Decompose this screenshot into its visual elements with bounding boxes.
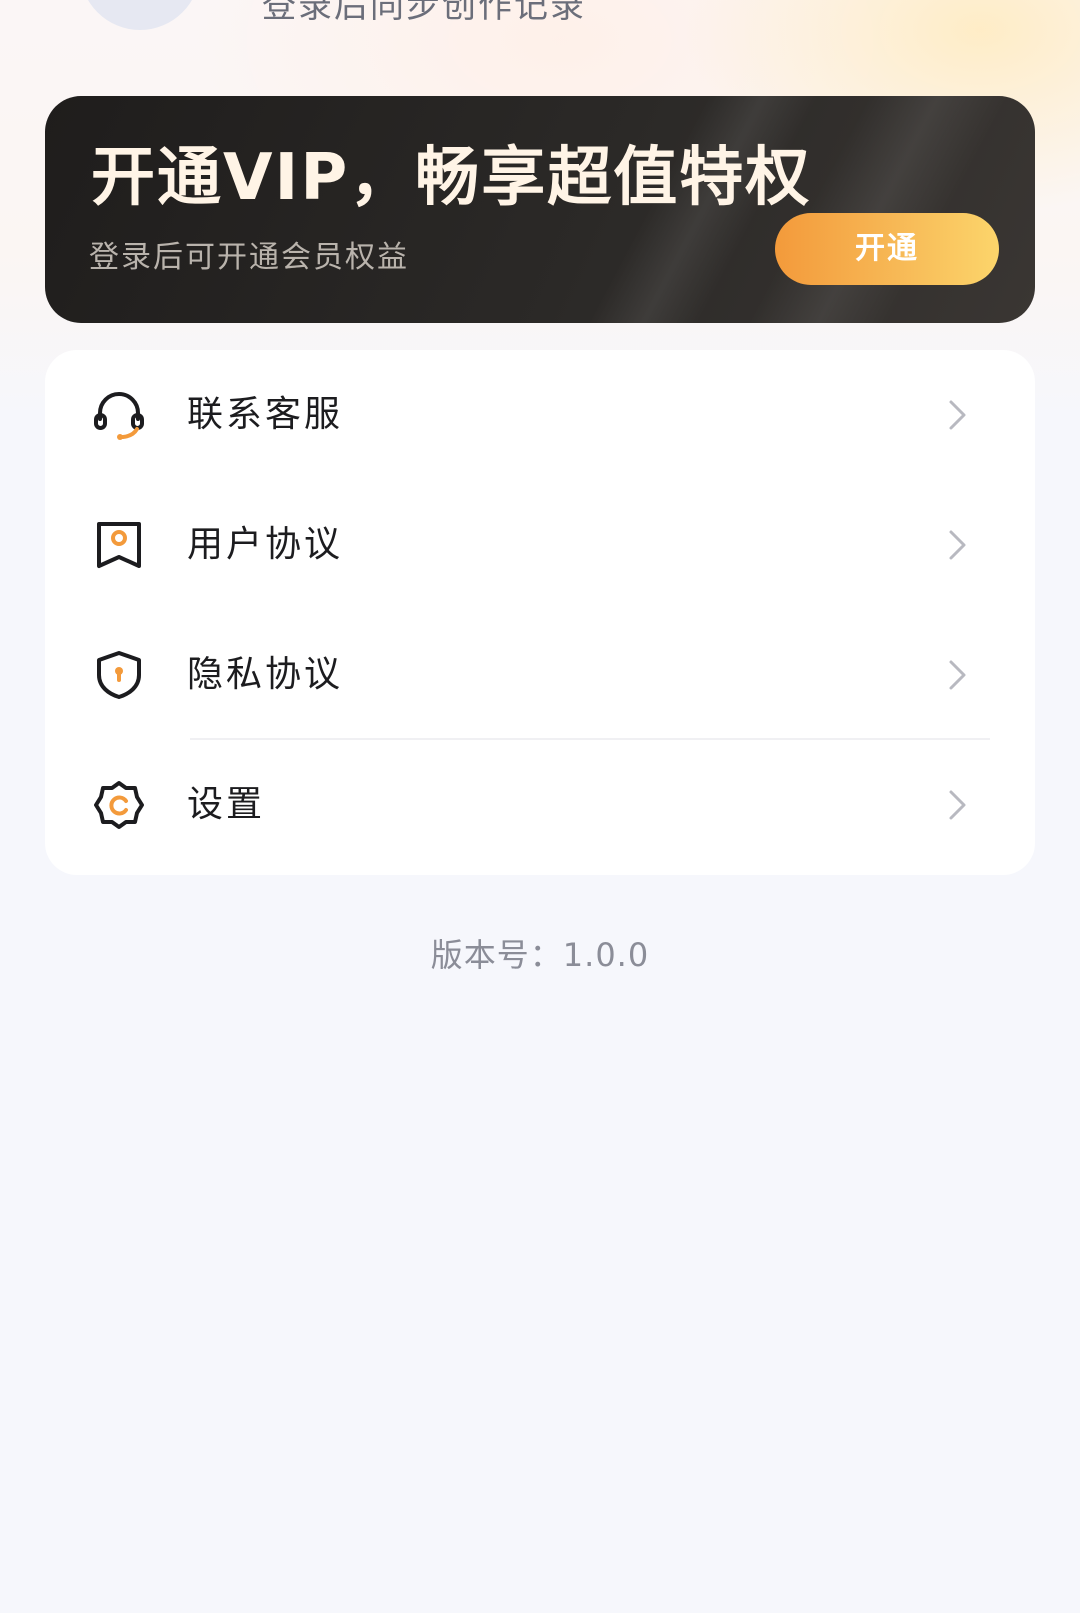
chevron-right-icon bbox=[949, 530, 966, 560]
open-vip-button[interactable]: 开通 bbox=[775, 213, 999, 285]
agreement-icon bbox=[97, 522, 141, 568]
shield-lock-icon bbox=[97, 651, 141, 699]
menu-item-customer-service[interactable]: 联系客服 bbox=[45, 350, 1035, 480]
chevron-right-icon bbox=[949, 790, 966, 820]
chevron-right-icon bbox=[949, 400, 966, 430]
menu-item-label: 设置 bbox=[187, 784, 266, 825]
menu-item-label: 用户协议 bbox=[187, 524, 344, 565]
vip-banner: 开通VIP，畅享超值特权 登录后可开通会员权益 开通 bbox=[45, 96, 1035, 323]
menu-list: 联系客服 用户协议 隐私协议 设置 bbox=[45, 350, 1035, 875]
vip-banner-title: 开通VIP，畅享超值特权 bbox=[91, 141, 812, 215]
menu-item-settings[interactable]: 设置 bbox=[45, 740, 1035, 870]
menu-item-label: 隐私协议 bbox=[187, 654, 344, 695]
login-hint[interactable]: 登录后同步创作记录 bbox=[262, 0, 586, 27]
menu-item-label: 联系客服 bbox=[187, 394, 344, 435]
menu-item-user-agreement[interactable]: 用户协议 bbox=[45, 480, 1035, 610]
gear-icon bbox=[94, 781, 144, 829]
chevron-right-icon bbox=[949, 660, 966, 690]
headset-icon bbox=[94, 392, 144, 440]
version-label: 版本号：1.0.0 bbox=[430, 936, 650, 974]
menu-item-privacy-policy[interactable]: 隐私协议 bbox=[45, 610, 1035, 740]
vip-banner-subtitle: 登录后可开通会员权益 bbox=[89, 240, 409, 275]
